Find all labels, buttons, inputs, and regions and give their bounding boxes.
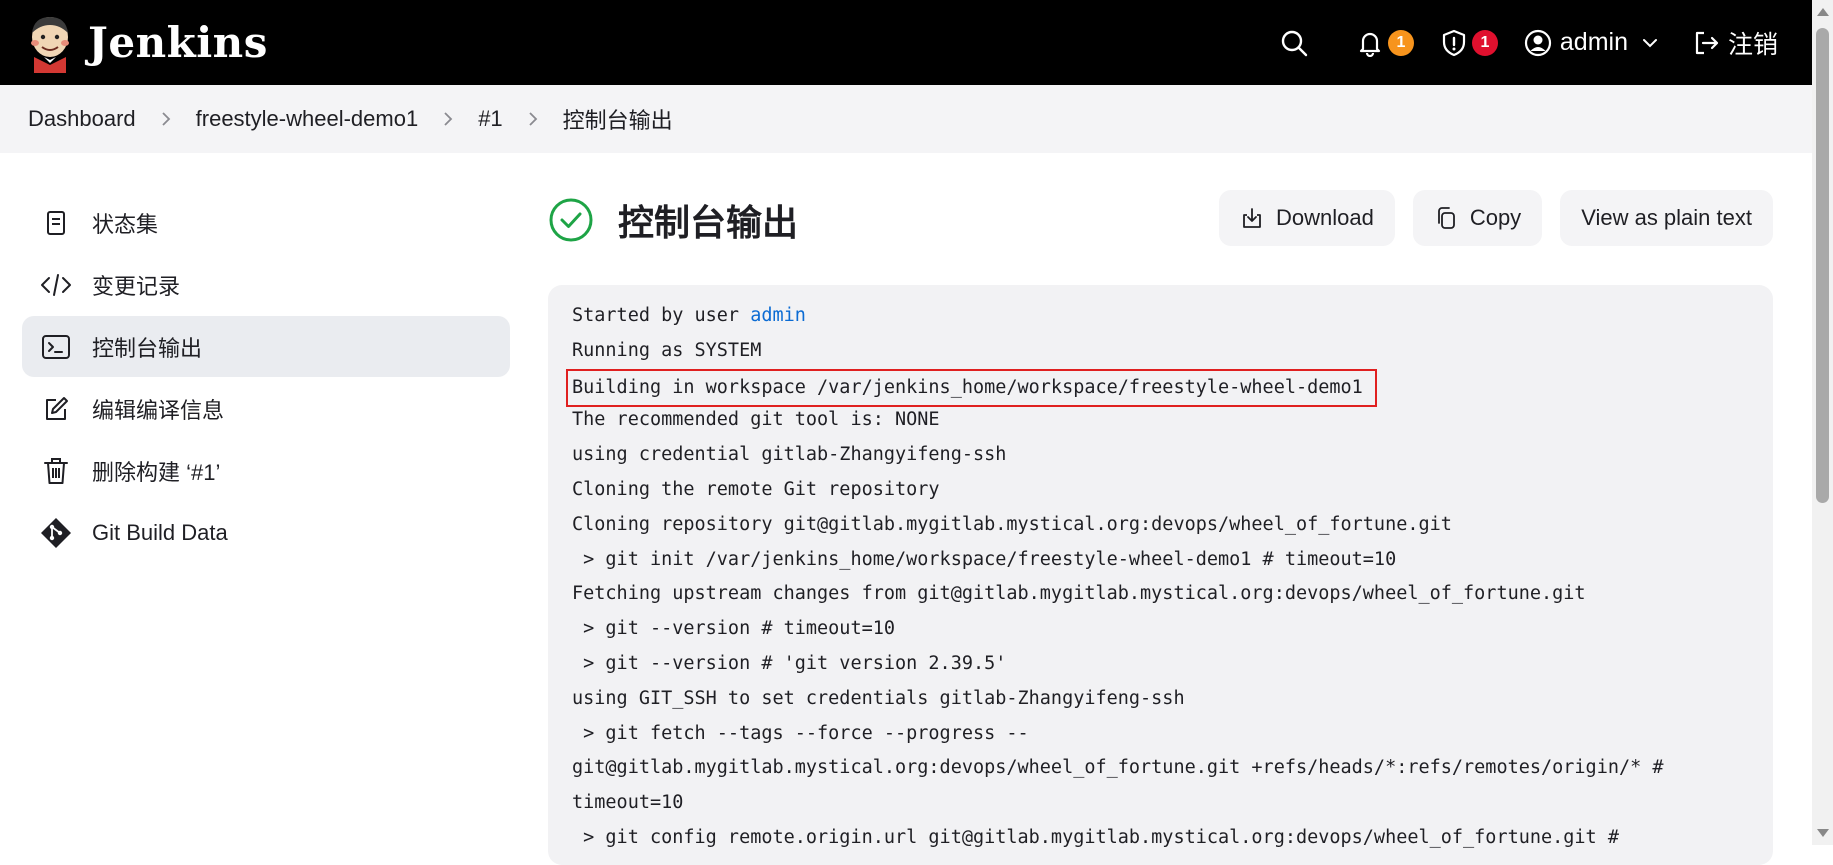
console-line: git@gitlab.mygitlab.mystical.org:devops/… — [572, 757, 1664, 779]
download-label: Download — [1275, 205, 1374, 230]
jenkins-logo-icon — [26, 13, 74, 73]
user-name: admin — [1559, 28, 1628, 56]
user-link[interactable]: admin — [750, 305, 806, 326]
page-header: 控制台输出 Download Copy View as plain text — [548, 190, 1773, 250]
console-output: Started by user admin Running as SYSTEM … — [548, 285, 1773, 865]
console-line: Cloning repository git@gitlab.mygitlab.m… — [572, 513, 1452, 535]
document-icon — [40, 207, 72, 239]
notifications-badge: 1 — [1387, 29, 1414, 56]
console-line: Running as SYSTEM — [572, 339, 762, 361]
edit-icon — [40, 393, 72, 425]
chevron-right-icon — [418, 110, 478, 128]
page-scrollbar[interactable] — [1812, 0, 1833, 845]
logout-button[interactable]: 注销 — [1692, 23, 1778, 63]
notifications-button[interactable]: 1 — [1356, 23, 1414, 63]
view-plain-text-label: View as plain text — [1581, 205, 1752, 230]
brand-name: Jenkins — [88, 18, 268, 67]
copy-button[interactable]: Copy — [1412, 190, 1543, 246]
console-line-highlighted: Building in workspace /var/jenkins_home/… — [566, 368, 1773, 407]
download-button[interactable]: Download — [1218, 190, 1395, 246]
console-line: Started by user admin — [572, 299, 1773, 334]
top-header: Jenkins 1 1 admin 注销 — [0, 0, 1812, 85]
highlight-box: Building in workspace /var/jenkins_home/… — [566, 368, 1377, 407]
trash-icon — [40, 455, 72, 487]
sidebar-item-status[interactable]: 状态集 — [22, 192, 510, 253]
page-title: 控制台输出 — [618, 202, 799, 243]
logout-icon — [1695, 31, 1719, 54]
breadcrumb: Dashboard freestyle-wheel-demo1 #1 控制台输出 — [0, 85, 1812, 153]
user-menu[interactable]: admin — [1524, 23, 1660, 63]
console-line: Cloning the remote Git repository — [572, 478, 940, 500]
sidebar-item-label: 删除构建 ‘#1’ — [92, 459, 221, 485]
user-avatar-icon — [1524, 29, 1551, 56]
scroll-up-icon[interactable] — [1817, 8, 1829, 16]
console-line: using GIT_SSH to set credentials gitlab-… — [572, 687, 1185, 709]
download-icon — [1243, 208, 1261, 228]
breadcrumb-job[interactable]: freestyle-wheel-demo1 — [196, 106, 419, 132]
search-button[interactable] — [1280, 23, 1308, 63]
logout-label: 注销 — [1727, 30, 1778, 59]
chevron-right-icon — [503, 110, 563, 128]
sidebar-item-delete-build[interactable]: 删除构建 ‘#1’ — [22, 440, 510, 501]
console-line: Fetching upstream changes from git@gitla… — [572, 583, 1586, 605]
sidebar-item-label: 控制台输出 — [92, 335, 203, 361]
sidebar-item-label: 变更记录 — [92, 273, 181, 299]
shield-alert-icon — [1442, 29, 1465, 56]
view-plain-text-button[interactable]: View as plain text — [1560, 190, 1773, 246]
console-text: Started by user — [572, 305, 751, 326]
bell-icon — [1359, 32, 1380, 57]
sidebar-item-changes[interactable]: 变更记录 — [22, 254, 510, 315]
security-badge: 1 — [1471, 29, 1498, 56]
chevron-down-icon — [1642, 38, 1657, 47]
git-icon — [40, 517, 72, 549]
console-line: > git config remote.origin.url git@gitla… — [572, 826, 1619, 848]
console-line: using credential gitlab-Zhangyifeng-ssh — [572, 444, 1007, 466]
success-check-icon — [549, 198, 593, 242]
console-line: > git init /var/jenkins_home/workspace/f… — [572, 548, 1397, 570]
console-line: > git --version # 'git version 2.39.5' — [572, 652, 1007, 674]
breadcrumb-console[interactable]: 控制台输出 — [563, 103, 673, 135]
console-line: > git --version # timeout=10 — [572, 618, 896, 640]
breadcrumb-build[interactable]: #1 — [478, 106, 502, 132]
terminal-icon — [40, 331, 72, 363]
code-icon — [40, 269, 72, 301]
sidebar: 状态集 变更记录 控制台输出 编辑编译信息 删除构建 ‘#1’ Git Buil… — [22, 192, 510, 564]
sidebar-item-label: 编辑编译信息 — [92, 397, 225, 423]
security-button[interactable]: 1 — [1440, 23, 1498, 63]
sidebar-item-console[interactable]: 控制台输出 — [22, 316, 510, 377]
sidebar-item-label: Git Build Data — [92, 519, 228, 545]
scroll-down-icon[interactable] — [1817, 829, 1829, 837]
console-line: timeout=10 — [572, 792, 684, 814]
breadcrumb-dashboard[interactable]: Dashboard — [28, 106, 136, 132]
scrollbar-thumb[interactable] — [1816, 28, 1829, 503]
sidebar-item-label: 状态集 — [92, 211, 159, 237]
copy-icon — [1437, 207, 1455, 229]
copy-label: Copy — [1469, 205, 1522, 230]
jenkins-home-link[interactable]: Jenkins — [26, 13, 268, 73]
chevron-right-icon — [136, 110, 196, 128]
search-icon — [1281, 30, 1308, 56]
sidebar-item-git-build-data[interactable]: Git Build Data — [22, 502, 510, 563]
sidebar-item-edit-info[interactable]: 编辑编译信息 — [22, 378, 510, 439]
console-line: > git fetch --tags --force --progress -- — [572, 722, 1029, 744]
console-line: The recommended git tool is: NONE — [572, 409, 940, 431]
